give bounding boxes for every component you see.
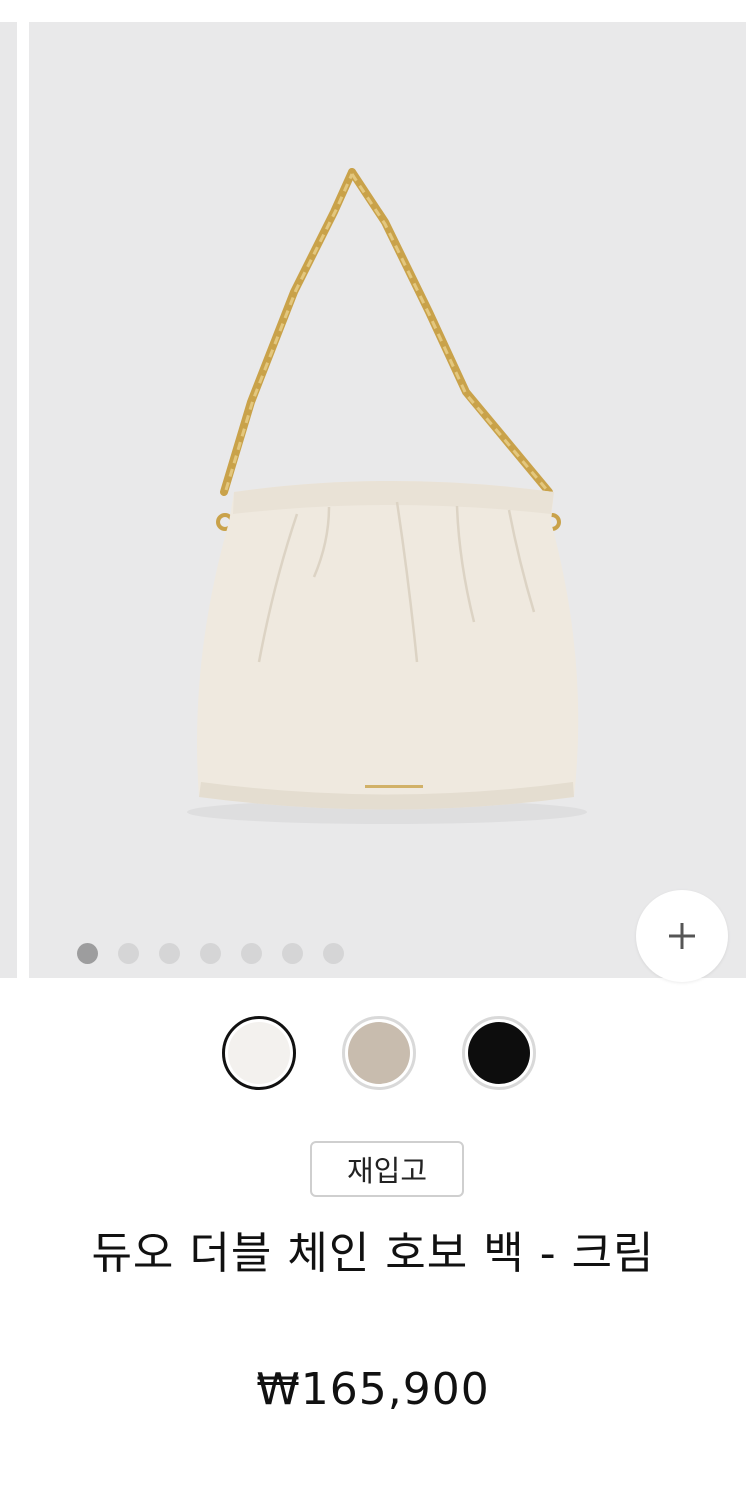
color-swatch-beige[interactable] bbox=[342, 1016, 416, 1090]
color-swatch-cream[interactable] bbox=[222, 1016, 296, 1090]
pagination-dot-2[interactable] bbox=[118, 942, 139, 964]
pagination-dot-4[interactable] bbox=[200, 942, 221, 964]
color-swatch-black[interactable] bbox=[462, 1016, 536, 1090]
pagination-dot-7[interactable] bbox=[323, 942, 344, 964]
plus-icon bbox=[669, 923, 695, 949]
product-title: 듀오 더블 체인 호보 백 - 크림 bbox=[91, 1228, 655, 1279]
swatch-fill bbox=[228, 1022, 290, 1084]
product-page: 재입고 듀오 더블 체인 호보 백 - 크림 ₩165,900 bbox=[0, 0, 746, 1500]
gallery-pagination bbox=[77, 942, 344, 964]
pagination-dot-1[interactable] bbox=[77, 942, 98, 964]
restock-badge: 재입고 bbox=[310, 1141, 464, 1197]
bag-body bbox=[197, 481, 579, 810]
zoom-button[interactable] bbox=[636, 890, 728, 982]
product-image bbox=[187, 168, 587, 824]
chain-strap bbox=[220, 168, 553, 496]
pagination-dot-6[interactable] bbox=[282, 942, 303, 964]
gallery-slide[interactable] bbox=[29, 22, 746, 978]
product-image-gallery[interactable] bbox=[0, 22, 746, 982]
pagination-dot-3[interactable] bbox=[159, 942, 180, 964]
previous-slide-peek[interactable] bbox=[0, 22, 17, 978]
swatch-fill bbox=[468, 1022, 530, 1084]
swatch-fill bbox=[348, 1022, 410, 1084]
product-price: ₩165,900 bbox=[256, 1364, 490, 1415]
pagination-dot-5[interactable] bbox=[241, 942, 262, 964]
color-swatches bbox=[222, 1016, 536, 1090]
